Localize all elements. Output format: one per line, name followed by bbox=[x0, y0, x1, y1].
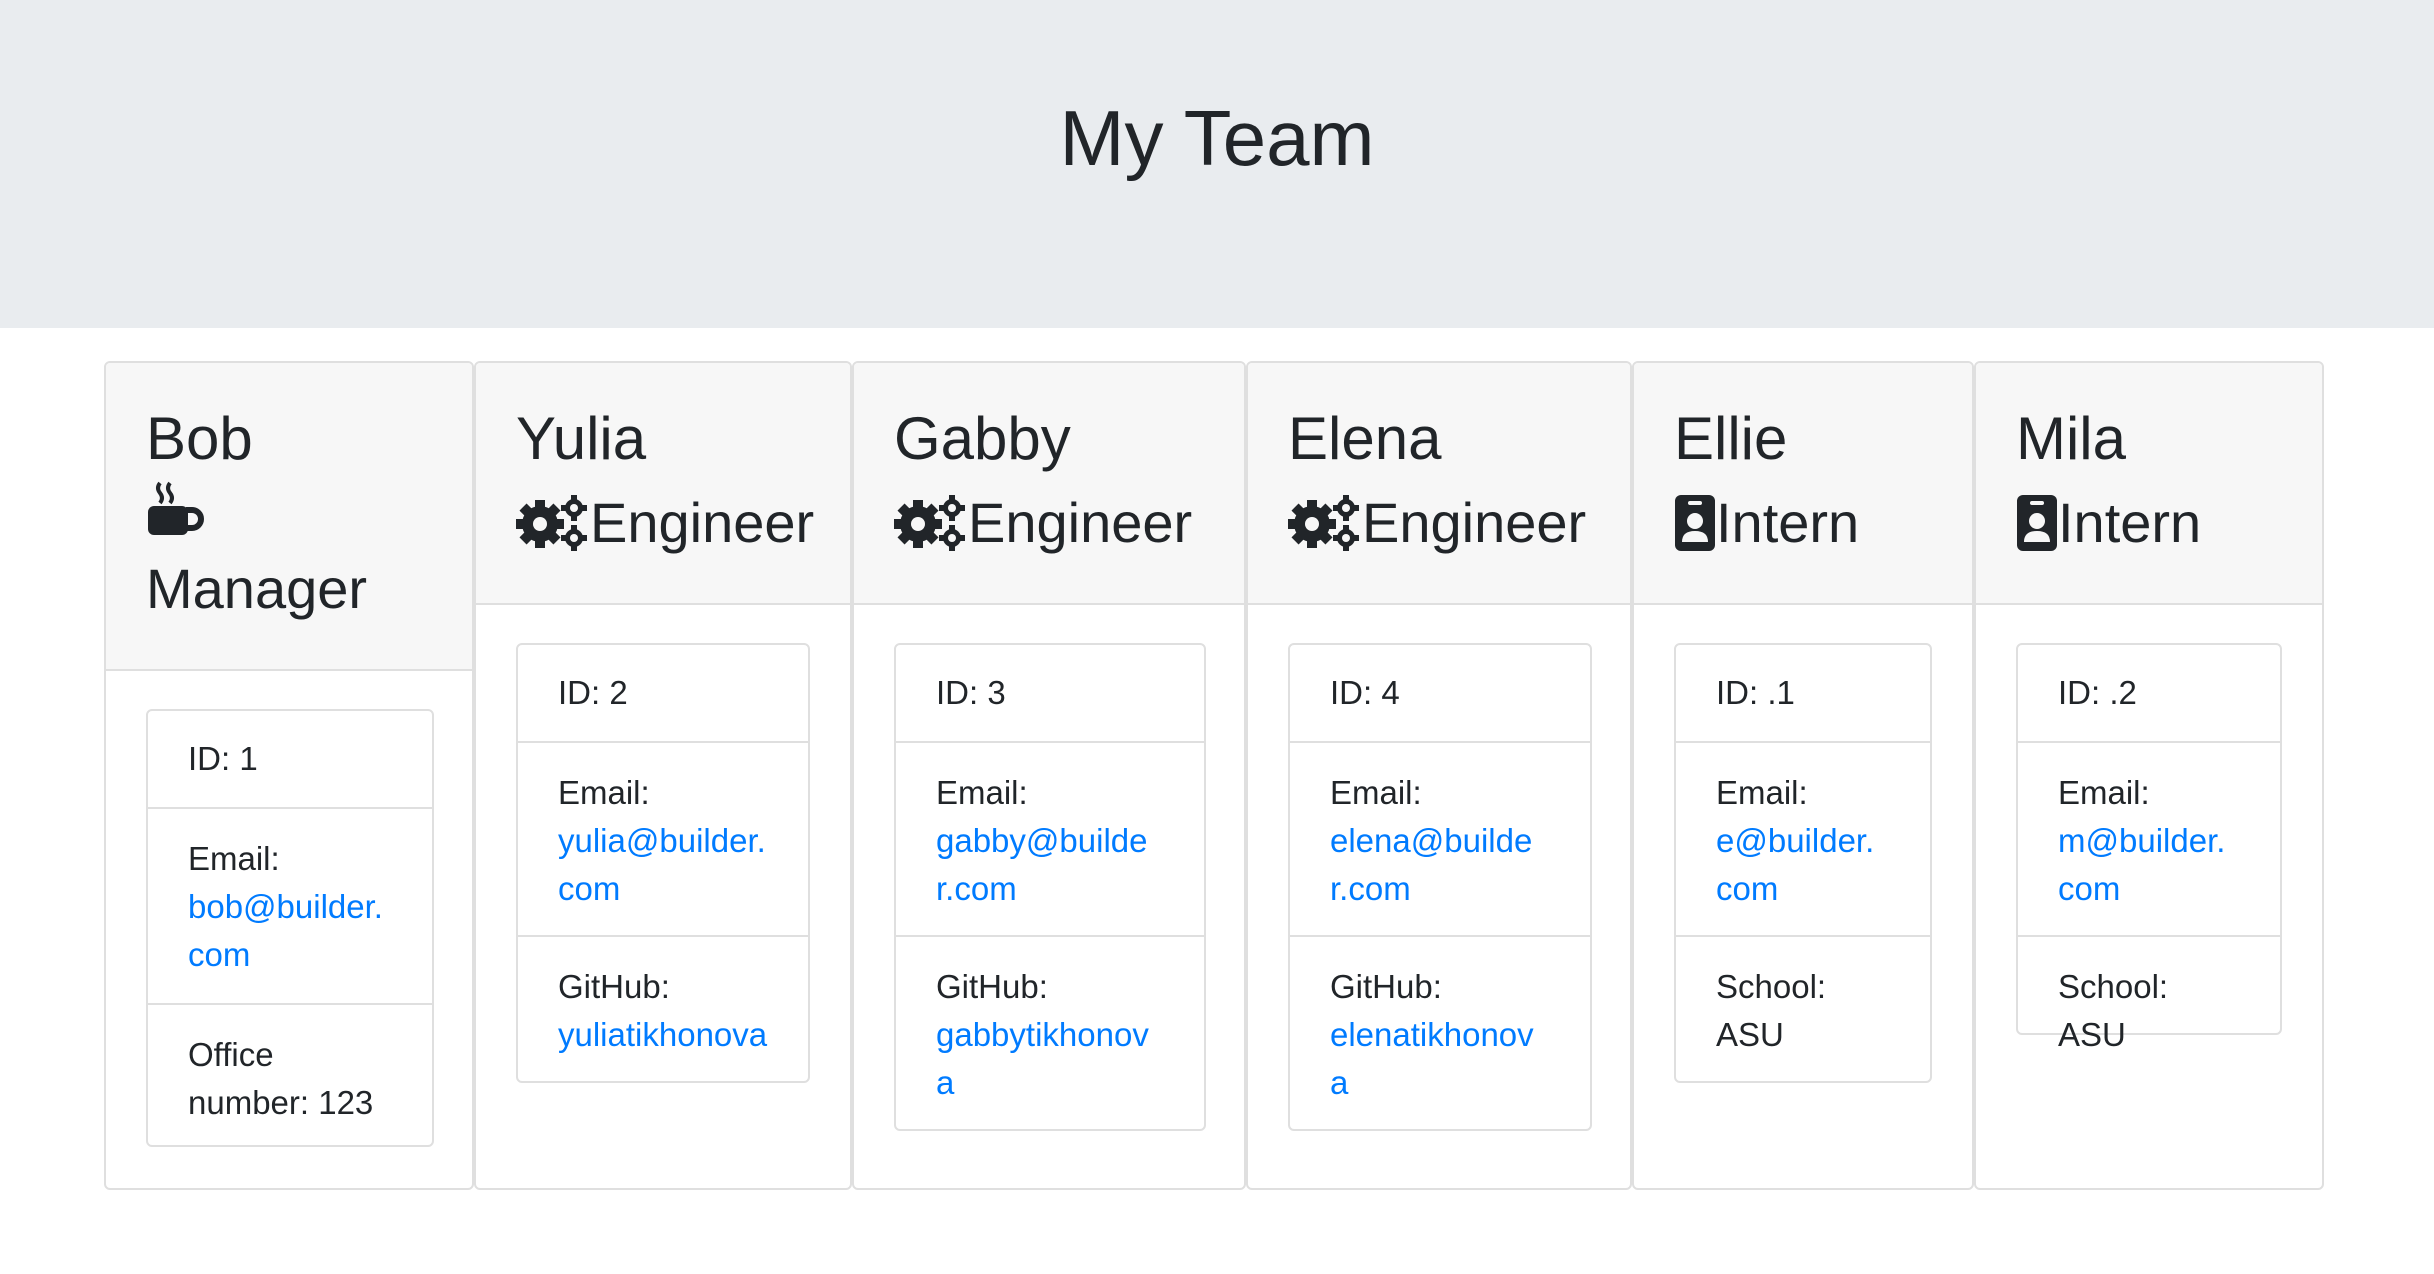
office-text: Office number: 123 bbox=[188, 1036, 374, 1121]
info-list: ID: .1 Email: e@builder.com School: ASU bbox=[1674, 643, 1932, 1083]
email-link[interactable]: e@builder.com bbox=[1716, 822, 1874, 907]
info-list: ID: .2 Email: m@builder.com School: ASU bbox=[2016, 643, 2282, 1053]
card-header: Gabby Engineer bbox=[854, 363, 1244, 605]
github-item: GitHub: elenatikhonova bbox=[1290, 935, 1590, 1133]
id-badge-icon bbox=[1674, 494, 1716, 552]
page-title: My Team bbox=[1059, 94, 1375, 182]
id-item: ID: 4 bbox=[1290, 645, 1590, 741]
id-text: ID: 4 bbox=[1330, 674, 1400, 711]
email-link[interactable]: m@builder.com bbox=[2058, 822, 2225, 907]
github-item: GitHub: yuliatikhonova bbox=[518, 935, 808, 1085]
member-role-label: Engineer bbox=[1362, 491, 1587, 554]
id-item: ID: 3 bbox=[896, 645, 1204, 741]
member-role: Intern bbox=[1674, 483, 1859, 563]
card-header: Mila Intern bbox=[1976, 363, 2322, 605]
school-item: School: ASU bbox=[2018, 935, 2280, 1053]
card-header: Elena Engineer bbox=[1248, 363, 1630, 605]
member-name: Gabby bbox=[894, 405, 1071, 472]
school-item: School: ASU bbox=[1676, 935, 1930, 1085]
page-header: My Team bbox=[0, 0, 2434, 328]
email-label: Email: bbox=[188, 840, 280, 877]
member-role-label: Intern bbox=[1716, 491, 1860, 554]
team-card-manager: Bob Manager ID: 1 Email: bob@builder.com… bbox=[104, 361, 474, 1190]
email-label: Email: bbox=[1716, 774, 1808, 811]
member-role-label: Manager bbox=[146, 557, 368, 620]
id-text: ID: .1 bbox=[1716, 674, 1795, 711]
email-label: Email: bbox=[558, 774, 650, 811]
github-label: GitHub: bbox=[558, 968, 670, 1005]
member-role: Intern bbox=[2016, 483, 2201, 563]
info-list: ID: 1 Email: bob@builder.com Office numb… bbox=[146, 709, 434, 1147]
id-item: ID: .2 bbox=[2018, 645, 2280, 741]
id-text: ID: .2 bbox=[2058, 674, 2137, 711]
info-list: ID: 3 Email: gabby@builder.com GitHub: g… bbox=[894, 643, 1206, 1131]
email-label: Email: bbox=[2058, 774, 2150, 811]
school-text: School: ASU bbox=[2058, 968, 2169, 1053]
team-card-engineer: Elena Engineer ID: 4 Email: elena@builde… bbox=[1246, 361, 1632, 1190]
member-role-label: Engineer bbox=[590, 491, 815, 554]
cogs-icon bbox=[894, 494, 968, 552]
github-link[interactable]: gabbytikhonova bbox=[936, 1016, 1149, 1101]
member-name: Ellie bbox=[1674, 405, 1788, 472]
github-item: GitHub: gabbytikhonova bbox=[896, 935, 1204, 1133]
email-item: Email: gabby@builder.com bbox=[896, 741, 1204, 935]
member-role-label: Engineer bbox=[968, 491, 1193, 554]
card-header: Ellie Intern bbox=[1634, 363, 1972, 605]
id-badge-icon bbox=[2016, 494, 2058, 552]
email-item: Email: yulia@builder.com bbox=[518, 741, 808, 935]
cogs-icon bbox=[1288, 494, 1362, 552]
email-link[interactable]: elena@builder.com bbox=[1330, 822, 1532, 907]
email-item: Email: e@builder.com bbox=[1676, 741, 1930, 935]
email-item: Email: bob@builder.com bbox=[148, 807, 432, 1003]
email-link[interactable]: yulia@builder.com bbox=[558, 822, 766, 907]
email-label: Email: bbox=[1330, 774, 1422, 811]
github-label: GitHub: bbox=[1330, 968, 1442, 1005]
team-card-engineer: Gabby Engineer ID: 3 Email: gabby@builde… bbox=[852, 361, 1246, 1190]
office-item: Office number: 123 bbox=[148, 1003, 432, 1149]
team-card-intern: Ellie Intern ID: .1 Email: e@builder.com… bbox=[1632, 361, 1974, 1190]
member-name: Bob bbox=[146, 405, 253, 472]
coffee-icon bbox=[146, 481, 206, 537]
github-label: GitHub: bbox=[936, 968, 1048, 1005]
github-link[interactable]: yuliatikhonova bbox=[558, 1016, 767, 1053]
member-name: Elena bbox=[1288, 405, 1442, 472]
card-header: Bob Manager bbox=[106, 363, 472, 671]
id-item: ID: 2 bbox=[518, 645, 808, 741]
email-link[interactable]: gabby@builder.com bbox=[936, 822, 1148, 907]
team-card-engineer: Yulia Engineer ID: 2 Email: yulia@builde… bbox=[474, 361, 852, 1190]
member-role bbox=[146, 481, 206, 537]
email-item: Email: m@builder.com bbox=[2018, 741, 2280, 935]
info-list: ID: 4 Email: elena@builder.com GitHub: e… bbox=[1288, 643, 1592, 1131]
id-text: ID: 1 bbox=[188, 740, 258, 777]
id-item: ID: 1 bbox=[148, 711, 432, 807]
info-list: ID: 2 Email: yulia@builder.com GitHub: y… bbox=[516, 643, 810, 1083]
id-item: ID: .1 bbox=[1676, 645, 1930, 741]
email-item: Email: elena@builder.com bbox=[1290, 741, 1590, 935]
team-card-intern: Mila Intern ID: .2 Email: m@builder.com … bbox=[1974, 361, 2324, 1190]
id-text: ID: 2 bbox=[558, 674, 628, 711]
school-text: School: ASU bbox=[1716, 968, 1827, 1053]
card-header: Yulia Engineer bbox=[476, 363, 850, 605]
email-label: Email: bbox=[936, 774, 1028, 811]
member-role-label: Intern bbox=[2058, 491, 2202, 554]
member-name: Mila bbox=[2016, 405, 2127, 472]
member-role: Engineer bbox=[1288, 483, 1586, 563]
email-link[interactable]: bob@builder.com bbox=[188, 888, 383, 973]
id-text: ID: 3 bbox=[936, 674, 1006, 711]
member-role: Engineer bbox=[516, 483, 814, 563]
member-role: Engineer bbox=[894, 483, 1192, 563]
cogs-icon bbox=[516, 494, 590, 552]
member-name: Yulia bbox=[516, 405, 647, 472]
github-link[interactable]: elenatikhonova bbox=[1330, 1016, 1534, 1101]
